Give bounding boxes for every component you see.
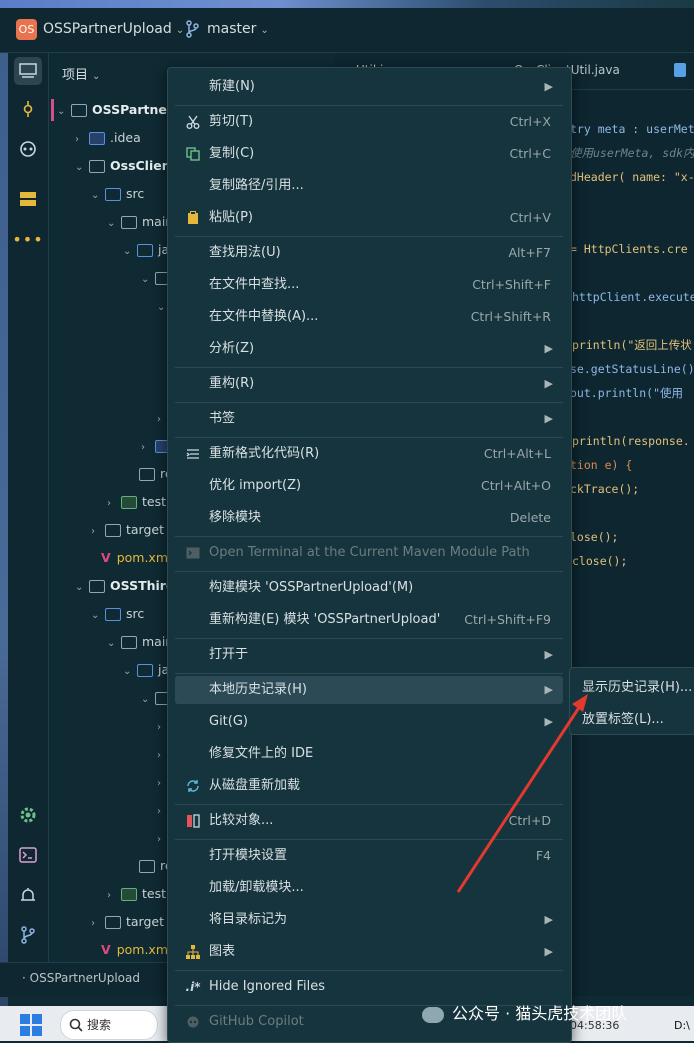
watermark: 公众号 · 猫头虎技术团队: [422, 1000, 627, 1024]
wechat-icon: [422, 1006, 444, 1023]
annotation-arrow: [456, 694, 588, 893]
watermark-text: 公众号 · 猫头虎技术团队: [452, 1004, 628, 1023]
